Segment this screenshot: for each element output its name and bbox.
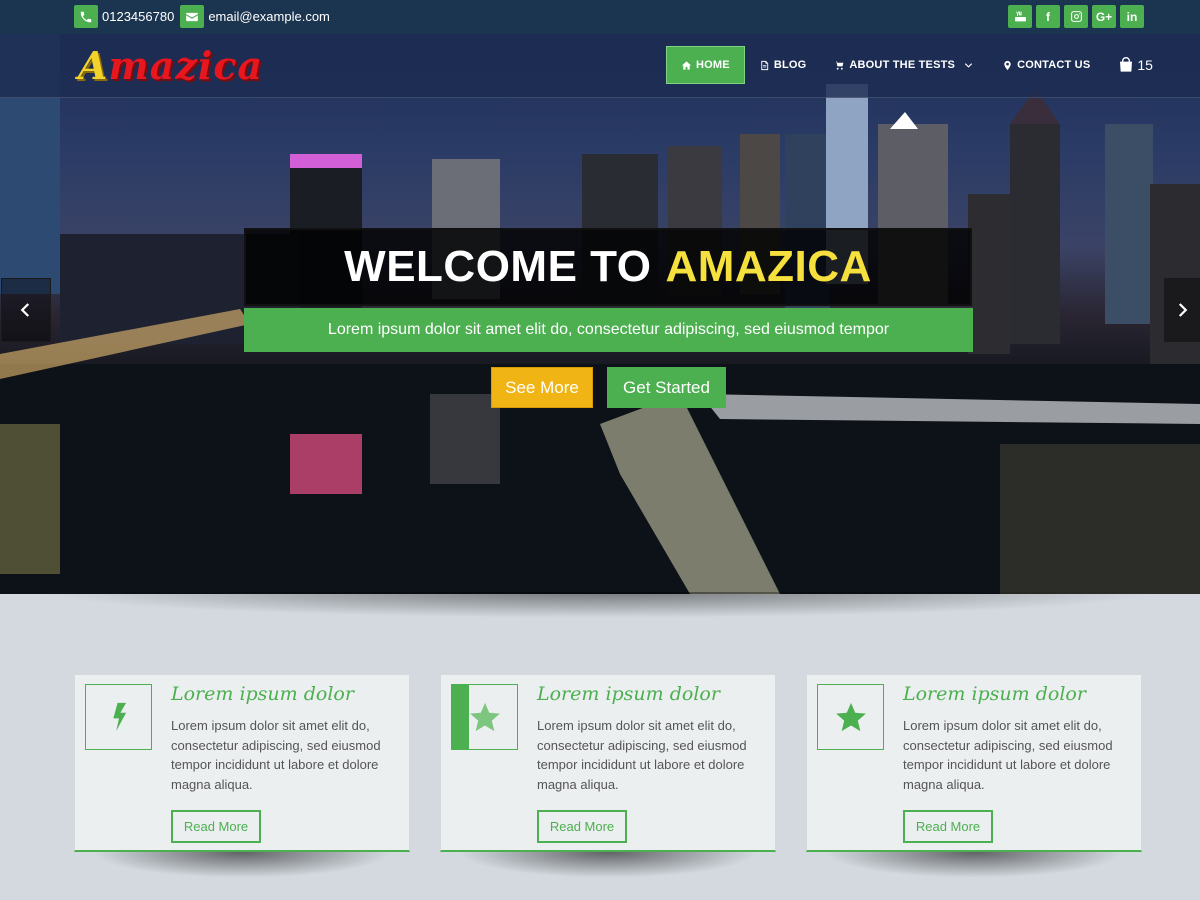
star-icon [469, 702, 500, 732]
map-marker-icon [1004, 60, 1011, 70]
hero-title-white: WELCOME TO [344, 242, 652, 291]
read-more-button[interactable]: Read More [537, 810, 627, 843]
star-icon [835, 702, 866, 732]
contact-info: 0123456780 email@example.com [74, 5, 336, 28]
document-icon [761, 60, 768, 70]
site-logo[interactable]: Amazica [78, 46, 263, 86]
nav-item-home[interactable]: Home [666, 46, 745, 84]
nav-label: Blog [773, 59, 807, 71]
chevron-down-icon [964, 62, 973, 68]
main-menu: Home Blog About The Tests Contact Us 15 [666, 46, 1153, 84]
card-shadow [824, 852, 1124, 878]
feature-text: Lorem ipsum dolor sit amet elit do, cons… [903, 718, 1113, 792]
hero-shadow [40, 592, 1160, 618]
youtube-icon[interactable] [1008, 5, 1032, 28]
cart-button[interactable]: 15 [1104, 57, 1153, 73]
feature-card-3: Lorem ipsum dolor Lorem ipsum dolor sit … [806, 674, 1142, 852]
phone-icon [74, 5, 98, 28]
email-icon [180, 5, 205, 28]
feature-title: Lorem ipsum dolor [537, 683, 720, 705]
email-address[interactable]: email@example.com [208, 9, 330, 24]
nav-item-blog[interactable]: Blog [745, 46, 821, 84]
cart-icon [835, 60, 844, 70]
get-started-button[interactable]: Get Started [607, 367, 726, 408]
top-bar: 0123456780 email@example.com f G+ in [0, 0, 1200, 34]
slider-next-arrow[interactable] [1164, 278, 1200, 342]
chevron-left-icon [20, 303, 30, 317]
feature-card-1: Lorem ipsum dolor Lorem ipsum dolor sit … [74, 674, 410, 852]
main-navbar: Amazica Home Blog About The Tests Contac… [0, 34, 1200, 98]
feature-icon-box [817, 684, 884, 750]
facebook-icon[interactable]: f [1036, 5, 1060, 28]
card-shadow [458, 852, 758, 878]
feature-text: Lorem ipsum dolor sit amet elit do, cons… [171, 718, 381, 792]
feature-title: Lorem ipsum dolor [171, 683, 354, 705]
feature-icon-box [85, 684, 152, 750]
read-more-button[interactable]: Read More [903, 810, 993, 843]
social-links: f G+ in [1008, 5, 1144, 28]
nav-label: Home [696, 59, 730, 71]
card-shadow [92, 852, 392, 878]
bolt-icon [112, 702, 126, 732]
feature-title: Lorem ipsum dolor [903, 683, 1086, 705]
read-more-button[interactable]: Read More [171, 810, 261, 843]
hero-subtitle: Lorem ipsum dolor sit amet elit do, cons… [244, 308, 973, 352]
nav-item-contact-us[interactable]: Contact Us [988, 46, 1104, 84]
feature-text: Lorem ipsum dolor sit amet elit do, cons… [537, 718, 747, 792]
home-icon [681, 60, 692, 70]
feature-icon-box [451, 684, 518, 750]
slider-prev-arrow[interactable] [1, 278, 51, 342]
hero-slider: Amazica Home Blog About The Tests Contac… [0, 34, 1200, 594]
linkedin-icon[interactable]: in [1120, 5, 1144, 28]
phone-number[interactable]: 0123456780 [102, 9, 174, 24]
nav-label: Contact Us [1017, 59, 1091, 71]
cart-count: 15 [1137, 57, 1153, 73]
nav-item-about-the-tests[interactable]: About The Tests [820, 46, 988, 84]
shopping-bag-icon [1120, 57, 1133, 72]
google-plus-icon[interactable]: G+ [1092, 5, 1116, 28]
instagram-icon[interactable] [1064, 5, 1088, 28]
hero-title-yellow: AMAZICA [665, 242, 872, 291]
nav-label: About The Tests [849, 59, 956, 71]
feature-card-2: Lorem ipsum dolor Lorem ipsum dolor sit … [440, 674, 776, 852]
see-more-button[interactable]: See More [491, 367, 593, 408]
hero-title-box: WELCOME TO AMAZICA [244, 228, 972, 306]
chevron-right-icon [1178, 303, 1188, 317]
